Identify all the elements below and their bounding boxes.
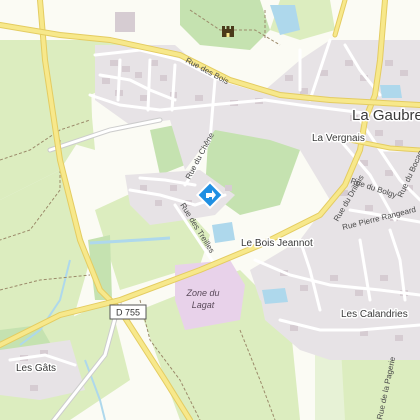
place-label-les-gats: Les Gâts <box>16 363 56 374</box>
zone-label-line1: Zone du <box>185 288 219 298</box>
route-shield: D 755 <box>109 304 147 320</box>
map-canvas[interactable]: D 755 Rue des Bois Rue du Chêne Rue des … <box>0 0 420 420</box>
town-label-la-gaubre: La Gaubre <box>352 107 420 124</box>
place-label-le-bois-jeannot: Le Bois Jeannot <box>241 238 313 249</box>
castle-icon[interactable] <box>222 26 234 37</box>
place-label-la-vergnais: La Vergnais <box>312 133 365 144</box>
route-number-label: D 755 <box>116 308 140 318</box>
map-svg: D 755 Rue des Bois Rue du Chêne Rue des … <box>0 0 420 420</box>
zone-label-line2: Lagat <box>192 300 215 310</box>
place-label-les-calandries: Les Calandries <box>341 309 408 320</box>
